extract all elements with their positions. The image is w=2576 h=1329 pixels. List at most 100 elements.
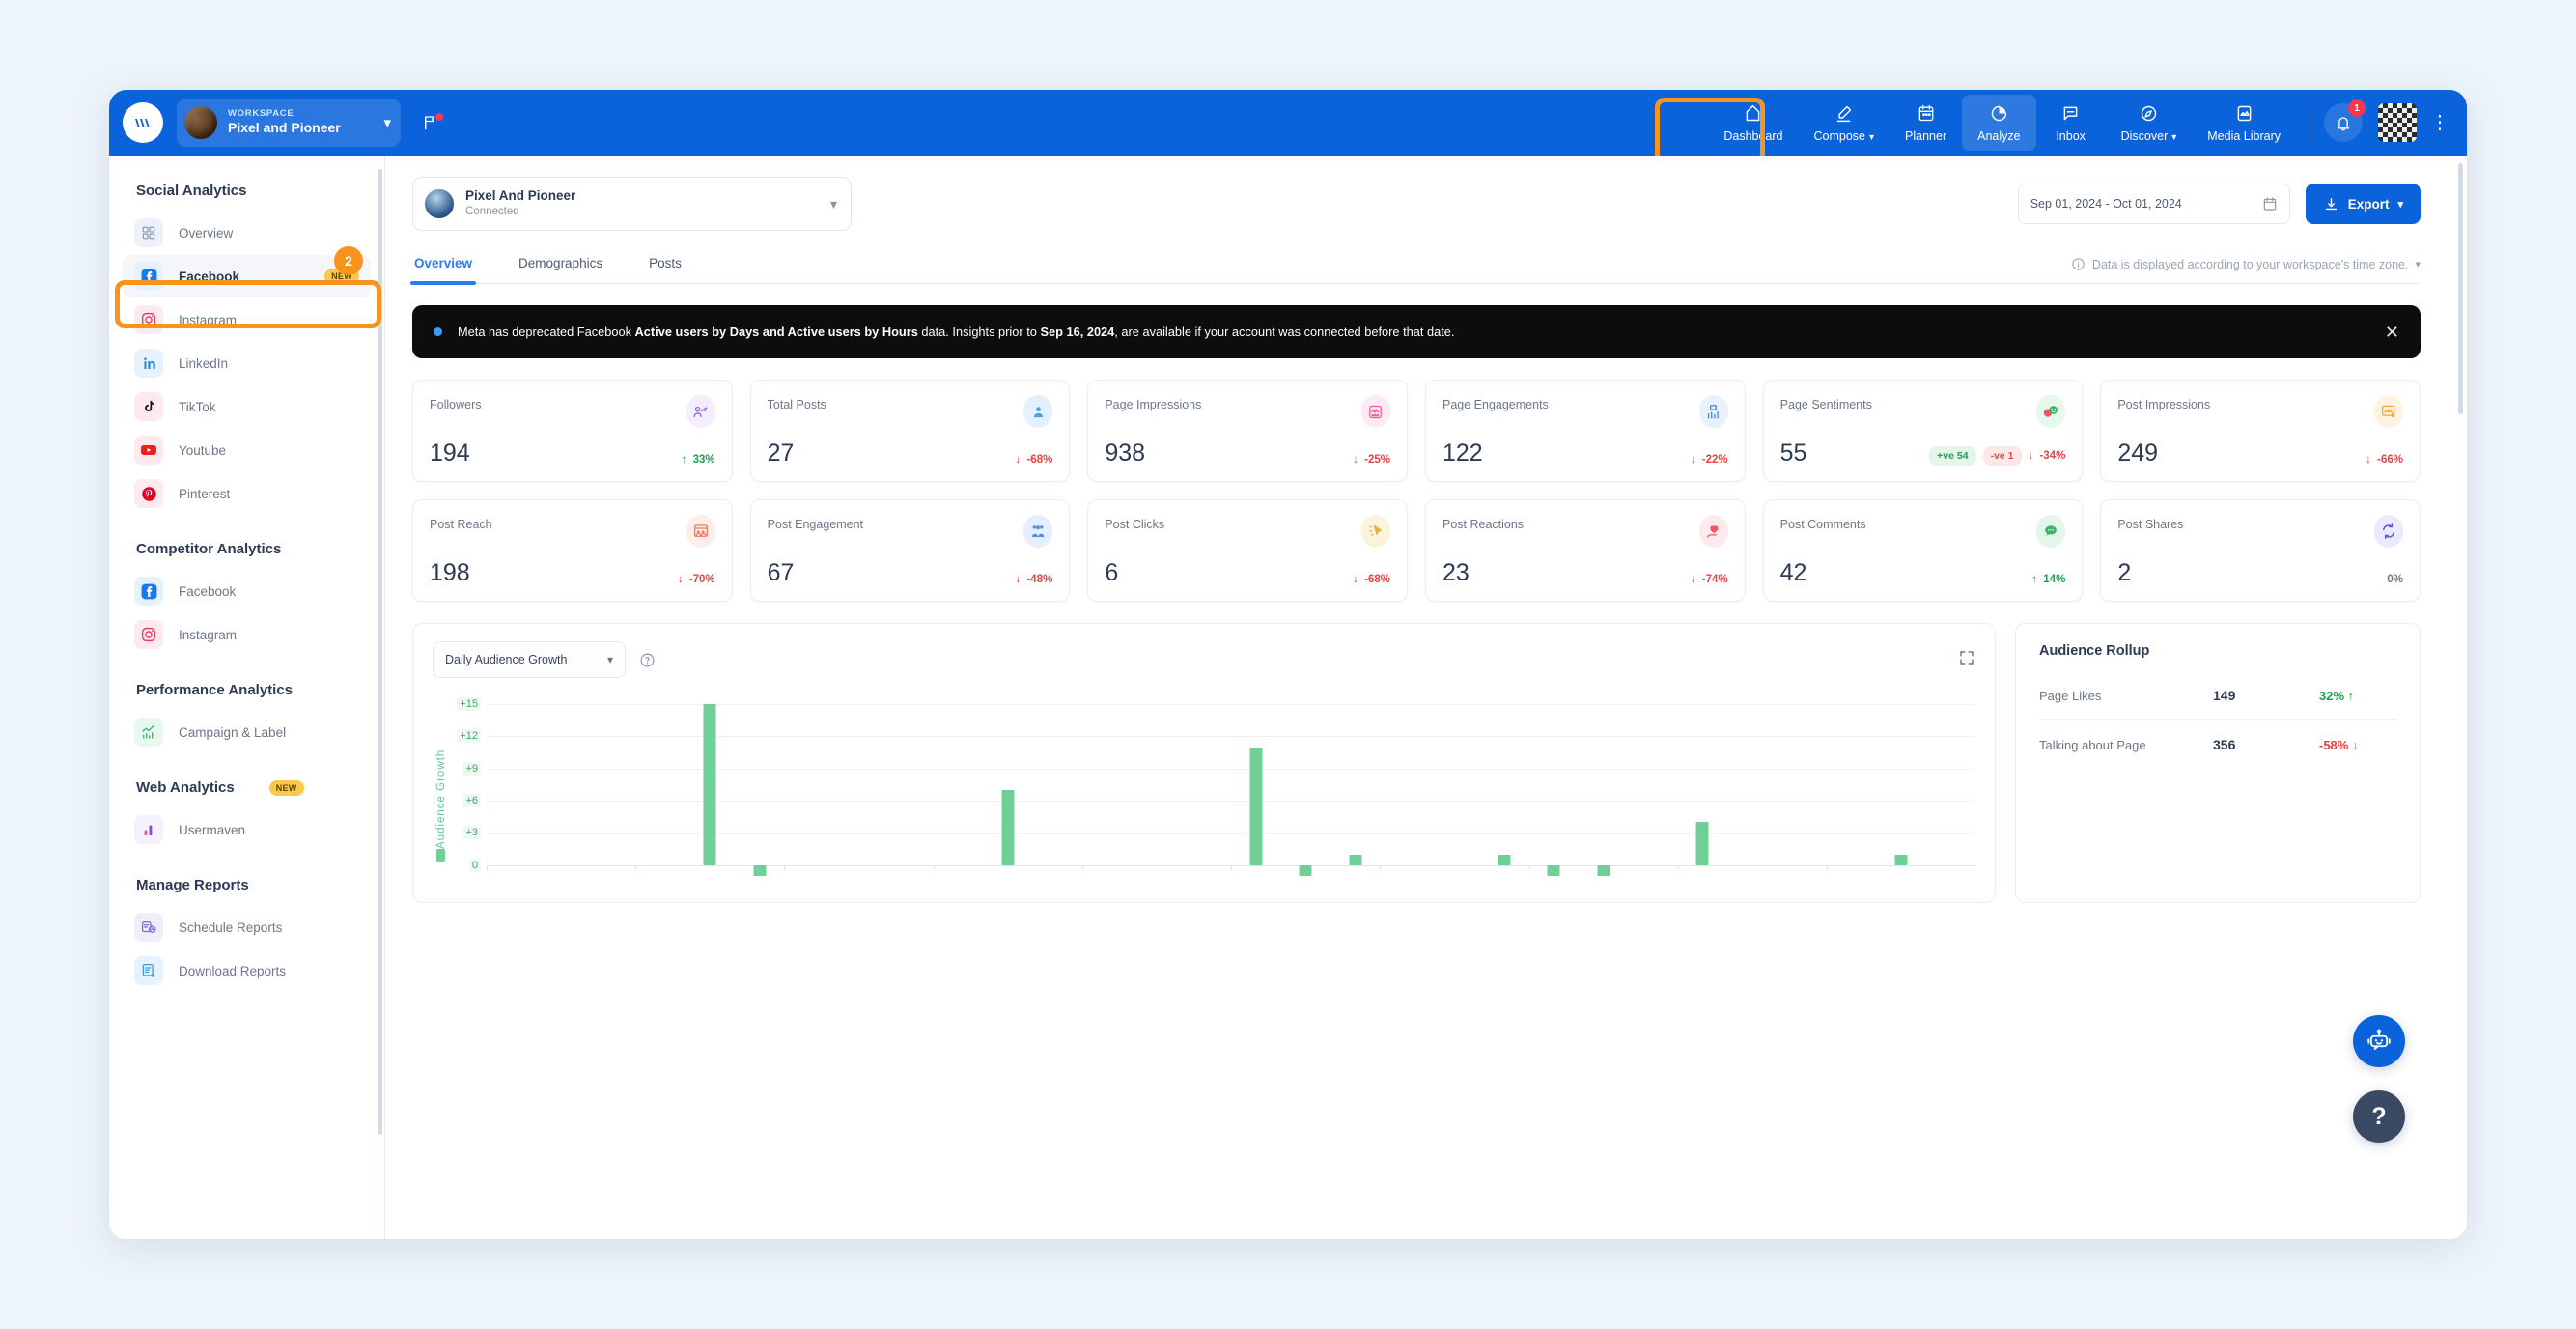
tab-demographics[interactable]: Demographics bbox=[517, 252, 604, 283]
chart-bar-slot[interactable] bbox=[883, 693, 933, 887]
chart-bar[interactable] bbox=[1695, 822, 1709, 865]
chart-bar[interactable] bbox=[1894, 854, 1908, 865]
chart-bar-slot[interactable] bbox=[1826, 693, 1876, 887]
chart-bar-slot[interactable] bbox=[1032, 693, 1081, 887]
chart-bar-slot[interactable] bbox=[1479, 693, 1528, 887]
sidebar-item-schedule-reports[interactable]: Schedule Reports bbox=[123, 906, 371, 948]
workspace-switcher[interactable]: WORKSPACE Pixel and Pioneer ▾ bbox=[177, 99, 401, 147]
chart-bar-slot[interactable] bbox=[1081, 693, 1132, 887]
sidebar-item-tiktok[interactable]: TikTok bbox=[123, 385, 371, 428]
help-button[interactable]: ? bbox=[2353, 1090, 2405, 1143]
user-avatar[interactable] bbox=[2378, 103, 2417, 142]
metric-card-post-reactions[interactable]: Post Reactions 23 ↓ -74% bbox=[1424, 499, 1746, 602]
timezone-note[interactable]: Data is displayed according to your work… bbox=[2071, 257, 2421, 283]
chart-bar[interactable] bbox=[1597, 864, 1610, 876]
metric-card-post-shares[interactable]: Post Shares 2 0% bbox=[2100, 499, 2421, 602]
chart-bar[interactable] bbox=[703, 704, 716, 865]
metric-card-post-comments[interactable]: Post Comments 42 ↑ 14% bbox=[1762, 499, 2084, 602]
sidebar-item-pinterest[interactable]: Pinterest bbox=[123, 472, 371, 515]
chart-bar-slot[interactable] bbox=[834, 693, 883, 887]
help-circle-icon[interactable] bbox=[639, 652, 656, 668]
chart-bar-slot[interactable] bbox=[1778, 693, 1827, 887]
chart-bar[interactable] bbox=[1547, 864, 1560, 876]
nav-item-discover[interactable]: Discover ▾ bbox=[2106, 95, 2193, 151]
nav-item-compose[interactable]: Compose ▾ bbox=[1799, 95, 1890, 151]
nav-item-analyze[interactable]: Analyze bbox=[1962, 95, 2036, 151]
chart-bar-slot[interactable] bbox=[635, 693, 685, 887]
export-button[interactable]: Export ▾ bbox=[2305, 184, 2421, 224]
chart-bar-slot[interactable] bbox=[487, 693, 536, 887]
metric-card-page-impressions[interactable]: Page Impressions 938 ↓ -25% bbox=[1087, 380, 1408, 482]
metric-card-followers[interactable]: Followers 194 ↑ 33% bbox=[412, 380, 733, 482]
metric-card-post-reach[interactable]: Post Reach 198 ↓ -70% bbox=[412, 499, 733, 602]
more-options-icon[interactable]: ⋮ bbox=[2430, 113, 2450, 132]
chart-bar[interactable] bbox=[1299, 864, 1312, 876]
chart-bar-slot[interactable] bbox=[735, 693, 784, 887]
app-logo[interactable] bbox=[123, 102, 163, 143]
chart-bar[interactable] bbox=[1349, 854, 1362, 865]
chart-bar-slot[interactable] bbox=[536, 693, 585, 887]
notifications-button[interactable]: 1 bbox=[2324, 99, 2366, 142]
profile-selector[interactable]: Pixel And Pioneer Connected ▾ bbox=[412, 177, 852, 231]
sidebar-item-instagram[interactable]: Instagram bbox=[123, 298, 371, 341]
metric-card-post-clicks[interactable]: Post Clicks 6 ↓ -68% bbox=[1087, 499, 1408, 602]
close-icon[interactable]: ✕ bbox=[2385, 324, 2399, 341]
chart-bar-slot[interactable] bbox=[1330, 693, 1380, 887]
chart-bar-slot[interactable] bbox=[686, 693, 735, 887]
chart-bar-slot[interactable] bbox=[586, 693, 635, 887]
chart-bar-slot[interactable] bbox=[1281, 693, 1330, 887]
chart-metric-select[interactable]: Daily Audience Growth ▾ bbox=[433, 641, 626, 678]
chart-bar-slot[interactable] bbox=[1677, 693, 1727, 887]
sidebar-item-download-reports[interactable]: Download Reports bbox=[123, 949, 371, 992]
sidebar-item-overview[interactable]: Overview bbox=[123, 212, 371, 254]
tab-overview[interactable]: Overview bbox=[409, 252, 477, 285]
chart-bar-slot[interactable] bbox=[1430, 693, 1479, 887]
chart-bar[interactable] bbox=[753, 864, 767, 876]
sidebar-item-competitor-instagram[interactable]: Instagram bbox=[123, 613, 371, 656]
chart-bar-slot[interactable] bbox=[1182, 693, 1231, 887]
chart-bar-slot[interactable] bbox=[1876, 693, 1925, 887]
nav-item-planner[interactable]: Planner bbox=[1890, 95, 1962, 151]
metric-card-post-impressions[interactable]: Post Impressions 249 ↓ -66% bbox=[2100, 380, 2421, 482]
metric-value: 122 bbox=[1442, 439, 1483, 467]
chart-bar-slot[interactable] bbox=[1380, 693, 1429, 887]
top-navigation-bar: WORKSPACE Pixel and Pioneer ▾ Dashboard bbox=[109, 90, 2467, 163]
grid-icon bbox=[134, 218, 163, 247]
chart-bar-slot[interactable] bbox=[1727, 693, 1777, 887]
chart-bar[interactable] bbox=[1001, 790, 1015, 865]
metric-delta-value: -48% bbox=[1026, 574, 1053, 585]
sidebar-item-youtube[interactable]: Youtube bbox=[123, 429, 371, 471]
chart-bar-slot[interactable] bbox=[1132, 693, 1181, 887]
chart-bar-slot[interactable] bbox=[1628, 693, 1677, 887]
sidebar-item-competitor-facebook[interactable]: Facebook bbox=[123, 570, 371, 612]
chart-bar-slot[interactable] bbox=[784, 693, 833, 887]
bell-icon bbox=[2337, 117, 2350, 131]
feature-flag-button[interactable] bbox=[422, 113, 443, 131]
nav-item-media-library[interactable]: Media Library bbox=[2192, 95, 2296, 151]
metric-card-total-posts[interactable]: Total Posts 27 ↓ -68% bbox=[749, 380, 1071, 482]
chart-bar-slot[interactable] bbox=[1528, 693, 1579, 887]
sidebar-item-usermaven[interactable]: Usermaven bbox=[123, 808, 371, 851]
chart-bar-slot[interactable] bbox=[1579, 693, 1628, 887]
nav-item-inbox[interactable]: Inbox bbox=[2036, 95, 2106, 151]
sidebar-scrollbar[interactable] bbox=[378, 169, 382, 1135]
chart-bar-slot[interactable] bbox=[933, 693, 983, 887]
metric-title: Page Sentiments bbox=[1779, 398, 1872, 411]
sidebar-item-linkedin[interactable]: LinkedIn bbox=[123, 342, 371, 384]
metric-card-page-sentiments[interactable]: Page Sentiments 55 +ve 54 -ve 1 ↓ -34% bbox=[1762, 380, 2084, 482]
main-scrollbar[interactable] bbox=[2458, 163, 2463, 414]
date-range-picker[interactable]: Sep 01, 2024 - Oct 01, 2024 bbox=[2017, 184, 2290, 224]
tab-posts[interactable]: Posts bbox=[647, 252, 684, 283]
chart-bar[interactable] bbox=[1249, 747, 1263, 865]
nav-item-dashboard[interactable]: Dashboard bbox=[1708, 95, 1798, 151]
metric-card-post-engagement[interactable]: Post Engagement 67 ↓ -48% bbox=[749, 499, 1071, 602]
chart-bar-slot[interactable] bbox=[1231, 693, 1280, 887]
chart-bar-slot[interactable] bbox=[1926, 693, 1975, 887]
chart-bar[interactable] bbox=[1498, 854, 1511, 865]
metric-card-page-engagements[interactable]: Page Engagements 122 ↓ -22% bbox=[1424, 380, 1746, 482]
sidebar-item-campaign-label[interactable]: Campaign & Label bbox=[123, 711, 371, 753]
chatbot-button[interactable] bbox=[2353, 1015, 2405, 1067]
chart-bar-slot[interactable] bbox=[983, 693, 1032, 887]
expand-icon[interactable] bbox=[1958, 649, 1975, 671]
